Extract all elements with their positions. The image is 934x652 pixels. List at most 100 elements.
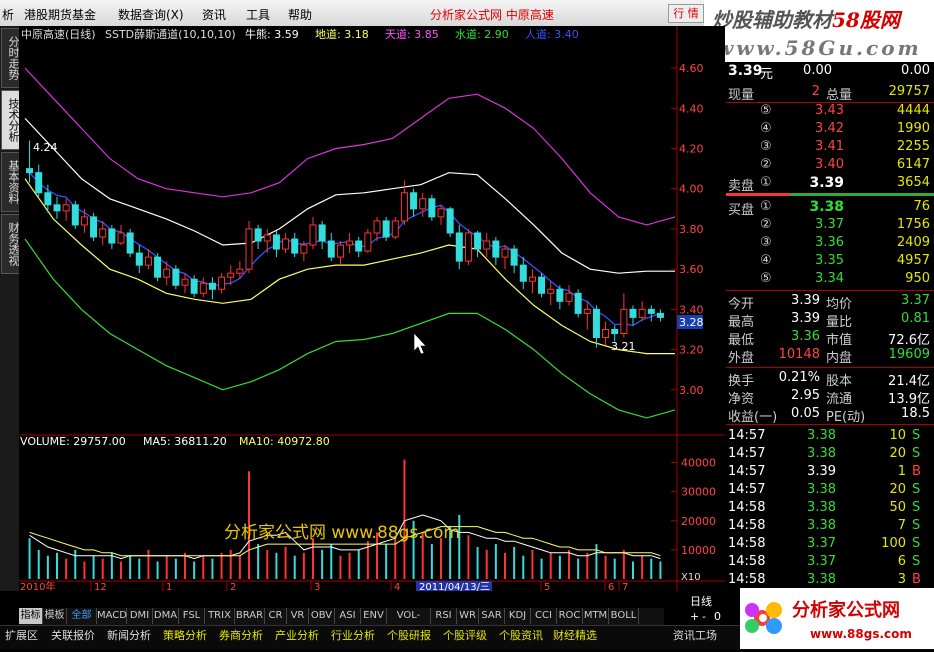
menu-item-news[interactable]: 资讯 (202, 6, 226, 23)
tab-technical[interactable]: 技术分析 (1, 90, 20, 150)
indicator-tab[interactable]: OBV (309, 608, 335, 624)
indicator-tab[interactable]: RSI (431, 608, 457, 624)
indicator-tab[interactable]: DMI (127, 608, 153, 624)
tick-price: 3.38 (807, 518, 836, 533)
sell-row[interactable]: 卖盘 ① 3.39 3654 (726, 174, 934, 194)
status-link[interactable]: 策略分析 (160, 628, 210, 644)
zoom-out-button[interactable]: - (702, 610, 706, 623)
buy-row[interactable]: 买盘 ① 3.38 76 (726, 198, 934, 218)
buy-row[interactable]: ⑤ 3.34 950 (726, 270, 934, 288)
menu-item-tools[interactable]: 工具 (246, 6, 270, 23)
tick-row[interactable]: 14:58 3.38 7 S (726, 517, 934, 535)
tick-volume: 6 (897, 554, 906, 569)
sell-row[interactable]: ③ 3.41 2255 (726, 138, 934, 156)
fund-value: 18.5 (901, 406, 930, 421)
high-price-label: 4.24 (33, 141, 58, 154)
sell-level: ① (760, 175, 772, 190)
sell-volume: 2255 (896, 139, 930, 154)
date-tick: 2010年 (20, 580, 55, 591)
tab-intraday[interactable]: 分时走势 (1, 28, 20, 88)
tick-side: S (912, 446, 921, 461)
menu-item-help[interactable]: 帮助 (288, 6, 312, 23)
status-link[interactable]: 行业分析 (328, 628, 378, 644)
tick-row[interactable]: 14:58 3.37 6 S (726, 553, 934, 571)
sell-price: 3.43 (815, 103, 844, 118)
sell-row[interactable]: ⑤ 3.43 4444 (726, 102, 934, 120)
chart-canvas[interactable]: 4.60 4.40 4.20 4.00 3.80 3.60 3.40 3.20 3.00 400… (19, 26, 725, 593)
fund-row: 净资 2.95 流通 13.9亿 (726, 387, 934, 407)
status-link[interactable]: 新闻分析 (104, 628, 154, 644)
logo-title: 分析家公式网 (792, 599, 900, 621)
buy-row[interactable]: ② 3.37 1756 (726, 216, 934, 234)
tick-row[interactable]: 14:58 3.37 100 S (726, 535, 934, 553)
sell-price: 3.42 (815, 121, 844, 136)
tick-row[interactable]: 14:57 3.39 1 B (726, 463, 934, 481)
status-link[interactable]: 财经精选 (550, 628, 600, 644)
stat-row: 最低 3.36 市值 72.6亿 (726, 328, 934, 348)
indicator-tab[interactable]: BOLL (609, 608, 639, 624)
buy-price: 3.34 (815, 271, 844, 286)
indicator-tab[interactable]: CCI (531, 608, 557, 624)
candle (154, 253, 162, 282)
kline-chart[interactable]: 4.60 4.40 4.20 4.00 3.80 3.60 3.40 3.20 3.00 400… (19, 26, 725, 593)
buy-row[interactable]: ③ 3.36 2409 (726, 234, 934, 252)
vol-legend-ma5: MA5: 36811.20 (143, 435, 227, 448)
indicator-tab[interactable]: FSL (179, 608, 205, 624)
indicator-tab[interactable]: BRAR (235, 608, 265, 624)
legend-didao: 地道: 3.18 (315, 27, 369, 41)
quote-panel: 3.39 元 0.00 0.00 现量 2 总量 29757 ⑤ 3.43 44… (726, 62, 934, 592)
indicator-tab[interactable]: MTM (583, 608, 609, 624)
info-workshop-tab[interactable]: 资讯工场 (670, 628, 720, 644)
price-tick: 4.40 (679, 102, 704, 115)
status-link[interactable]: 个股评级 (440, 628, 490, 644)
indicator-tab[interactable]: DMA (153, 608, 179, 624)
menu-item-data-query[interactable]: 数据查询(X) (118, 6, 184, 23)
indicator-tab[interactable]: ASI (335, 608, 361, 624)
status-link[interactable]: 个股研报 (384, 628, 434, 644)
sell-row[interactable]: ④ 3.42 1990 (726, 120, 934, 138)
indicator-tab[interactable]: WR (457, 608, 479, 624)
status-link[interactable]: 扩展区 (2, 628, 41, 644)
chart-indicator-name: SSTD薛斯通道(10,10,10) (105, 27, 236, 41)
watermark-url: www.58Gu.com (716, 36, 922, 60)
indicator-tab[interactable]: 指标 (19, 608, 43, 624)
status-link[interactable]: 关联报价 (48, 628, 98, 644)
indicator-tab[interactable]: VR (287, 608, 309, 624)
tick-row[interactable]: 14:57 3.38 20 S (726, 481, 934, 499)
tab-financials[interactable]: 财务透视 (1, 214, 20, 274)
buy-row[interactable]: ④ 3.35 4957 (726, 252, 934, 270)
indicator-tab[interactable]: 模板 (43, 608, 67, 624)
stat-value: 3.37 (901, 293, 930, 308)
zoom-in-button[interactable]: + (690, 610, 699, 623)
tick-row[interactable]: 14:58 3.38 50 S (726, 499, 934, 517)
indicator-tab[interactable]: CR (265, 608, 287, 624)
menu-item-hk-futures[interactable]: 港股期货基金 (24, 6, 96, 23)
status-link[interactable]: 产业分析 (272, 628, 322, 644)
indicator-tab[interactable]: ENV (361, 608, 387, 624)
indicator-tab[interactable]: VOL-TDX (387, 608, 431, 637)
indicator-tab[interactable]: TRIX (205, 608, 235, 624)
indicator-tab[interactable]: SAR (479, 608, 505, 624)
indicator-tab[interactable]: MACD (97, 608, 127, 624)
menu-item-analysis[interactable]: 析 (2, 6, 14, 23)
tick-row[interactable]: 14:57 3.38 20 S (726, 445, 934, 463)
period-label[interactable]: 日线 (690, 593, 712, 609)
quote-button[interactable]: 行 情 (668, 4, 704, 23)
tick-row[interactable]: 14:57 3.38 10 S (726, 427, 934, 445)
sell-price: 3.39 (809, 175, 844, 191)
stat-label: 内盘 (826, 351, 853, 366)
status-link[interactable]: 个股资讯 (496, 628, 546, 644)
price-tick: 3.60 (679, 263, 704, 276)
tick-volume: 20 (889, 446, 906, 461)
tab-fundamentals[interactable]: 基本资料 (1, 152, 20, 212)
stat-value: 10148 (778, 347, 820, 362)
tick-row[interactable]: 14:58 3.38 3 B (726, 571, 934, 589)
indicator-tab[interactable]: ROC (557, 608, 583, 624)
tick-side: S (912, 428, 921, 443)
date-tick: 2 (230, 582, 236, 591)
status-link[interactable]: 券商分析 (216, 628, 266, 644)
sell-row[interactable]: ② 3.40 6147 (726, 156, 934, 174)
indicator-tab[interactable]: 全部 (67, 608, 97, 624)
zoom-reset-button[interactable]: 0 (714, 610, 721, 623)
indicator-tab[interactable]: KDJ (505, 608, 531, 624)
